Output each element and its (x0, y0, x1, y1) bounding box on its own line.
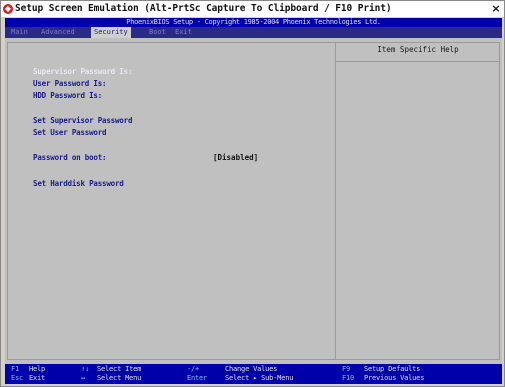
help-divider (335, 42, 336, 360)
set-harddisk-password-item[interactable]: Set Harddisk Password (33, 179, 124, 188)
close-button[interactable]: × (490, 2, 502, 16)
setup-emulation-window: ◆ Setup Screen Emulation (Alt-PrtSc Capt… (0, 0, 505, 387)
key-f10-desc: Previous Values (364, 374, 425, 382)
bios-menu-bar: Main Advanced Security Boot Exit (5, 27, 502, 38)
key-leftright-desc: Select Menu (97, 374, 142, 382)
panel-frame (7, 42, 500, 360)
set-supervisor-password-item[interactable]: Set Supervisor Password (33, 116, 132, 125)
key-plusminus-desc: Change Values (225, 365, 278, 373)
title-bar: ◆ Setup Screen Emulation (Alt-PrtSc Capt… (1, 1, 504, 17)
help-header-divider (336, 61, 500, 62)
phoenix-app-icon: ◆ (3, 4, 13, 14)
window-title: Setup Screen Emulation (Alt-PrtSc Captur… (15, 3, 392, 14)
tab-main[interactable]: Main (11, 27, 28, 38)
key-esc-desc: Exit (29, 374, 46, 382)
key-enter: Enter (187, 374, 208, 382)
supervisor-password-status: Supervisor Password Is: (33, 67, 133, 76)
key-f9-defaults: F9 Setup Defaults (342, 365, 420, 374)
security-panel: Item Specific Help Supervisor Password I… (5, 38, 502, 364)
tab-advanced[interactable]: Advanced (41, 27, 75, 38)
bios-key-legend: F1 Help Esc Exit ↑↓ Select Item ↔ Select… (5, 364, 502, 384)
key-esc: Esc (11, 374, 24, 382)
key-enter-submenu: Enter Select ▸ Sub-Menu (187, 374, 293, 383)
password-on-boot-item[interactable]: Password on boot: (33, 153, 107, 162)
key-f10-previous: F10 Previous Values (342, 374, 424, 383)
tab-boot[interactable]: Boot (149, 27, 166, 38)
key-f1-desc: Help (29, 365, 46, 373)
item-specific-help-title: Item Specific Help (377, 45, 459, 54)
key-f9: F9 (342, 365, 351, 373)
key-enter-desc: Select ▸ Sub-Menu (225, 374, 294, 382)
user-password-status: User Password Is: (33, 79, 107, 88)
key-leftright: ↔ (81, 374, 86, 382)
key-plusminus-change-values: -/+ Change Values (187, 365, 277, 374)
bios-copyright: PhoenixBIOS Setup - Copyright 1985-2004 … (126, 18, 381, 26)
key-updown: ↑↓ (81, 365, 90, 373)
bios-header: PhoenixBIOS Setup - Copyright 1985-2004 … (5, 18, 502, 27)
key-esc-exit: Esc Exit (11, 374, 45, 383)
key-updown-select-item: ↑↓ Select Item (81, 365, 141, 374)
tab-exit[interactable]: Exit (175, 27, 192, 38)
bios-screen: PhoenixBIOS Setup - Copyright 1985-2004 … (5, 18, 502, 384)
key-plusminus: -/+ (187, 365, 200, 373)
key-leftright-select-menu: ↔ Select Menu (81, 374, 141, 383)
key-f9-desc: Setup Defaults (364, 365, 421, 373)
key-updown-desc: Select Item (97, 365, 142, 373)
key-f10: F10 (342, 374, 355, 382)
set-user-password-item[interactable]: Set User Password (33, 128, 107, 137)
key-f1-help: F1 Help (11, 365, 45, 374)
tab-security[interactable]: Security (91, 27, 131, 38)
hdd-password-status: HDD Password Is: (33, 91, 103, 100)
key-f1: F1 (11, 365, 20, 373)
password-on-boot-value[interactable]: [Disabled] (213, 153, 258, 162)
